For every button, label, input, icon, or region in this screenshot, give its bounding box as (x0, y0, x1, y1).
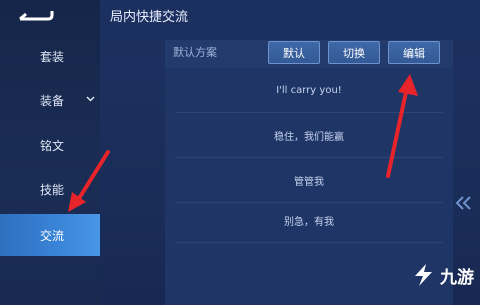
divider (175, 242, 443, 243)
sidebar-item-outfit[interactable]: 套装 (0, 36, 100, 76)
sidebar-item-label: 交流 (40, 228, 65, 243)
sidebar-item-communication[interactable]: 交流 (0, 214, 100, 256)
chevron-down-icon (86, 96, 95, 102)
watermark: 九游 (410, 262, 474, 288)
switch-button[interactable]: 切换 (328, 41, 380, 64)
preset-label: 默认方案 (173, 46, 217, 59)
default-button[interactable]: 默认 (268, 41, 320, 64)
collapse-button[interactable] (452, 188, 474, 218)
edit-button[interactable]: 编辑 (388, 41, 440, 64)
sidebar-item-label: 装备 (40, 93, 65, 108)
jiuyou-logo-icon (415, 264, 432, 286)
back-button[interactable] (14, 2, 56, 26)
sidebar-item-label: 套装 (40, 49, 65, 64)
double-chevron-left-icon (455, 196, 471, 210)
page-title: 局内快捷交流 (110, 10, 189, 25)
back-arrow-icon (19, 11, 54, 21)
annotation-arrow-skill (68, 150, 110, 212)
watermark-text: 九游 (440, 267, 474, 288)
message-item[interactable]: 别急，有我 (165, 198, 453, 242)
annotation-arrow-edit (386, 74, 418, 178)
sidebar-item-equipment[interactable]: 装备 (0, 80, 100, 120)
